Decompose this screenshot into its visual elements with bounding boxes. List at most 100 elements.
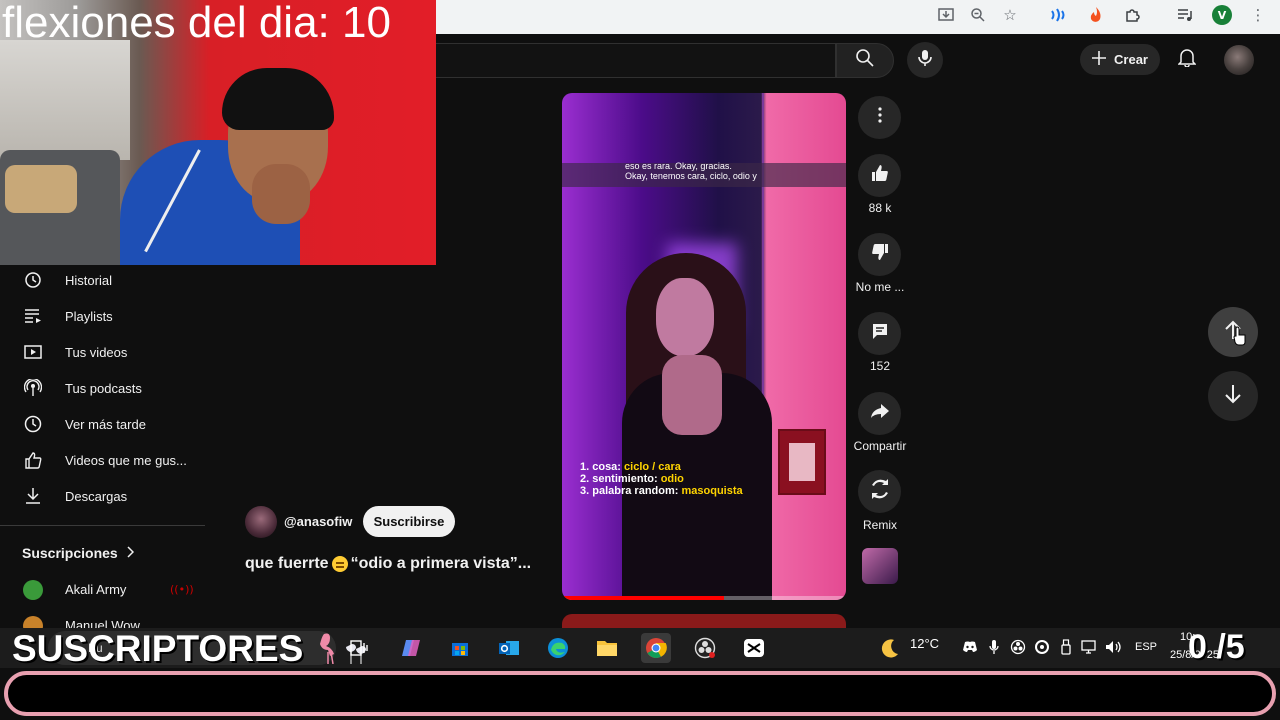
audio-thumbnail[interactable] — [862, 548, 898, 584]
moon-weather-icon[interactable] — [878, 636, 902, 660]
history-icon — [22, 269, 44, 291]
search-icon — [855, 48, 875, 73]
video-scene-switch-plate — [789, 443, 815, 481]
download-icon — [22, 485, 44, 507]
sidebar-item-watch-later[interactable]: Ver más tarde — [0, 406, 205, 442]
stream-overlay-frame — [4, 671, 1276, 716]
file-explorer-icon[interactable] — [592, 633, 622, 663]
extension-fire-icon[interactable] — [1084, 3, 1108, 27]
share-button[interactable] — [858, 392, 901, 435]
profile-avatar[interactable]: V — [1210, 3, 1234, 27]
bell-icon — [1177, 47, 1197, 72]
weather-temperature[interactable]: 12°C — [910, 636, 939, 651]
like-count: 88 k — [868, 201, 892, 215]
next-short-button[interactable] — [1208, 371, 1258, 421]
obs-icon[interactable] — [690, 633, 720, 663]
language-indicator[interactable]: ESP — [1135, 641, 1157, 653]
volume-icon[interactable] — [1105, 638, 1123, 656]
chrome-icon[interactable] — [641, 633, 671, 663]
sidebar-item-playlists[interactable]: Playlists — [0, 298, 205, 334]
notifications-button[interactable] — [1172, 44, 1202, 74]
more-options-button[interactable] — [858, 96, 901, 139]
subscriber-goal-counter: 0 /5 — [1188, 628, 1245, 666]
like-button[interactable] — [858, 154, 901, 197]
video-scene-neck — [662, 355, 722, 435]
comment-icon — [871, 322, 889, 345]
sidebar-item-your-videos[interactable]: Tus videos — [0, 334, 205, 370]
edge-icon[interactable] — [543, 633, 573, 663]
video-title[interactable]: que fuerrte “odio a primera vista”... — [245, 555, 531, 573]
streamer-hair — [222, 68, 334, 130]
download-icon[interactable] — [934, 3, 958, 27]
menu-icon[interactable]: ⋮ — [1246, 3, 1270, 27]
clock-icon — [22, 413, 44, 435]
store-icon[interactable] — [445, 633, 475, 663]
search-input[interactable] — [430, 43, 836, 78]
subscriptions-heading[interactable]: Suscripciones — [22, 545, 134, 561]
sidebar-item-podcasts[interactable]: Tus podcasts — [0, 370, 205, 406]
arrow-down-icon — [1224, 384, 1242, 409]
subscription-item[interactable]: Akali Army ((•)) — [0, 575, 205, 605]
network-icon[interactable] — [1081, 638, 1099, 656]
copilot-icon[interactable] — [396, 633, 426, 663]
task-view-icon[interactable] — [344, 633, 374, 663]
background-shelf — [0, 40, 130, 160]
sidebar-item-downloads[interactable]: Descargas — [0, 478, 205, 514]
streamer-hand — [252, 164, 310, 224]
zoom-icon[interactable] — [966, 3, 990, 27]
subscribers-label: SUSCRIPTORES — [12, 628, 304, 669]
outlook-icon[interactable] — [494, 633, 524, 663]
sidebar-item-label: Tus videos — [65, 344, 128, 360]
dislike-button[interactable] — [858, 233, 901, 276]
sidebar-divider — [0, 525, 205, 526]
remix-button[interactable] — [858, 470, 901, 513]
account-avatar[interactable] — [1224, 45, 1254, 75]
create-button[interactable]: Crear — [1080, 44, 1160, 75]
remix-label: Remix — [862, 518, 897, 532]
caption-item: 1. cosa: ciclo / cara — [580, 461, 681, 473]
puzzle-icon[interactable] — [1120, 3, 1144, 27]
caption-list: 1. cosa: ciclo / cara 2. sentimiento: od… — [580, 461, 743, 497]
video-title-part: “odio a primera vista”... — [350, 555, 532, 572]
video-scene-face — [656, 278, 714, 356]
obs-tray-icon[interactable] — [1009, 638, 1027, 656]
sidebar-item-label: Descargas — [65, 488, 128, 504]
subscribe-button[interactable]: Suscribirse — [363, 506, 455, 537]
channel-avatar[interactable] — [245, 506, 277, 538]
mouse-cursor-icon — [1233, 326, 1247, 346]
media-icon[interactable] — [1173, 3, 1197, 27]
subscriptions-heading-label: Suscripciones — [22, 545, 118, 561]
sidebar-item-label: Historial — [65, 272, 112, 288]
subscription-name: Akali Army — [65, 582, 127, 597]
dislike-label: No me ... — [855, 280, 905, 294]
star-icon[interactable]: ☆ — [998, 3, 1022, 27]
channel-name[interactable]: @anasofiw — [284, 514, 352, 529]
share-icon — [870, 403, 890, 424]
voice-search-button[interactable] — [907, 42, 943, 78]
sidebar-item-history[interactable]: Historial — [0, 262, 205, 298]
short-video-player[interactable]: eso es rara. Okay, gracias. Okay, tenemo… — [562, 93, 846, 600]
steelseries-icon[interactable] — [1033, 638, 1051, 656]
webcam-overlay: flexiones del dia: 10 — [0, 0, 436, 265]
usb-icon[interactable] — [1057, 638, 1075, 656]
sidebar-item-label: Tus podcasts — [65, 380, 142, 396]
microphone-icon[interactable] — [985, 638, 1003, 656]
discord-icon[interactable] — [961, 638, 979, 656]
video-progress-bar[interactable] — [562, 596, 846, 600]
playlist-icon — [22, 305, 44, 327]
address-bar[interactable] — [430, 2, 930, 30]
extension-wave-icon[interactable] — [1046, 3, 1070, 27]
sidebar-item-label: Ver más tarde — [65, 416, 146, 432]
microphone-icon — [918, 49, 932, 72]
flushed-emoji-icon — [331, 556, 348, 572]
comment-count: 152 — [869, 359, 891, 373]
search-button[interactable] — [836, 43, 894, 78]
thumbs-up-icon — [871, 164, 889, 187]
comments-button[interactable] — [858, 312, 901, 355]
caption-line: eso es rara. Okay, gracias. — [625, 161, 732, 171]
chevron-right-icon — [126, 545, 134, 561]
capcut-icon[interactable] — [739, 633, 769, 663]
video-icon — [22, 341, 44, 363]
more-vertical-icon — [877, 107, 882, 128]
sidebar-item-liked-videos[interactable]: Videos que me gus... — [0, 442, 205, 478]
